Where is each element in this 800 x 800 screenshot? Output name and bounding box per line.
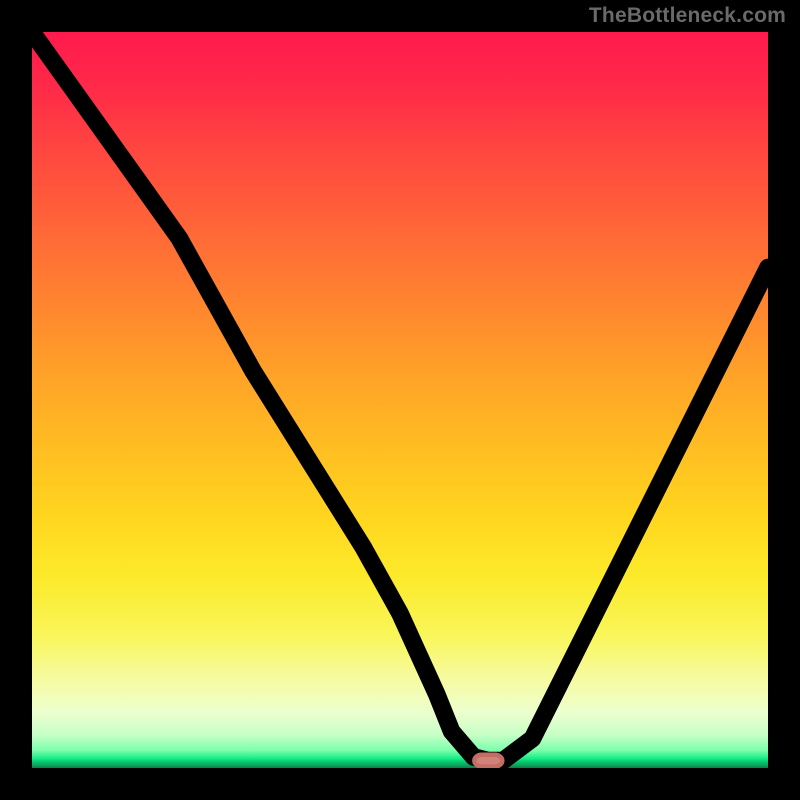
chart-frame: TheBottleneck.com	[0, 0, 800, 800]
curve-layer	[32, 32, 768, 768]
attribution-label: TheBottleneck.com	[589, 4, 786, 28]
optimal-marker	[474, 755, 502, 767]
bottleneck-curve	[32, 32, 768, 761]
plot-area	[32, 32, 768, 768]
